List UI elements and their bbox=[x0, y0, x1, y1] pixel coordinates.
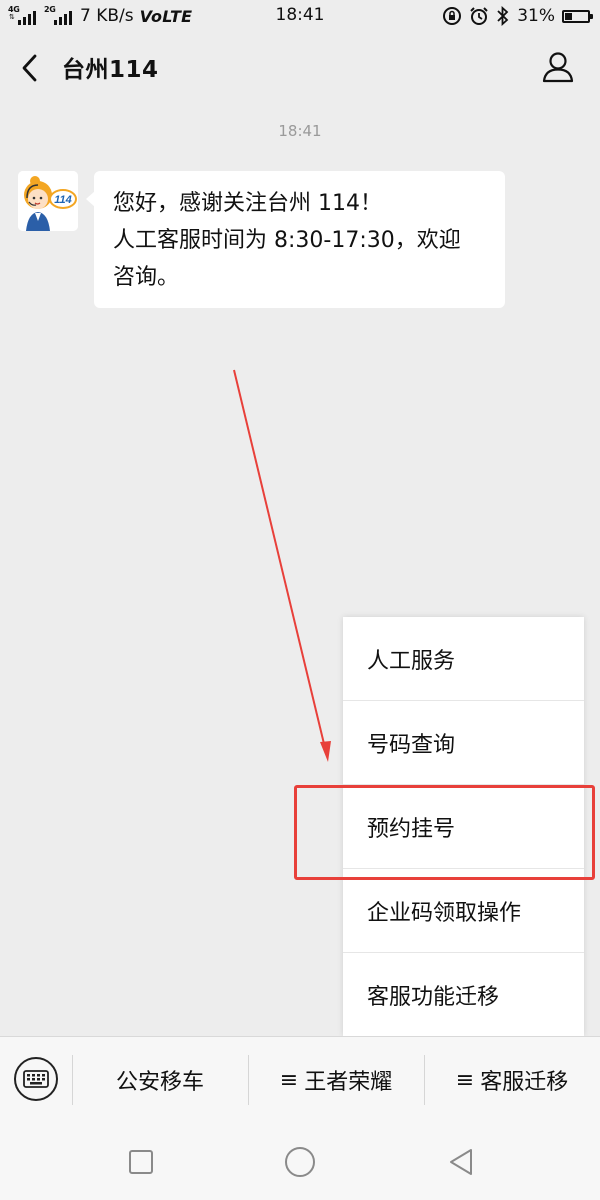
message-line-1: 您好，感谢关注台州 114！ bbox=[113, 191, 382, 216]
status-left: 4G ⇅ 2G 7 KB/s VoLTE bbox=[8, 5, 192, 27]
popup-item-manual-service[interactable]: 人工服务 bbox=[343, 617, 584, 701]
message-line-2: 人工客服时间为 8:30-17:30，欢迎 bbox=[113, 228, 461, 253]
message-bubble[interactable]: 您好，感谢关注台州 114！ 人工客服时间为 8:30-17:30，欢迎 咨询。 bbox=[86, 171, 505, 308]
keyboard-icon bbox=[23, 1070, 49, 1088]
keyboard-toggle-button[interactable] bbox=[14, 1057, 58, 1101]
status-right: 31% bbox=[442, 5, 593, 27]
title-bar: 台州114 bbox=[0, 33, 600, 103]
menu-tab-honor-of-kings[interactable]: ≡ 王者荣耀 bbox=[248, 1037, 424, 1123]
popup-item-appointment-registration[interactable]: 预约挂号 bbox=[343, 785, 584, 869]
network-speed: 7 KB/s bbox=[80, 6, 134, 26]
avatar[interactable]: 114 bbox=[18, 171, 78, 231]
rotation-lock-icon bbox=[442, 6, 462, 26]
avatar-badge-text: 114 bbox=[54, 194, 72, 206]
menu-tab-service-migration[interactable]: ≡ 客服迁移 bbox=[424, 1037, 600, 1123]
data-arrows-icon: ⇅ bbox=[9, 13, 15, 21]
user-icon bbox=[542, 52, 574, 83]
bottom-menu-bar: 公安移车 ≡ 王者荣耀 ≡ 客服迁移 bbox=[0, 1036, 600, 1122]
popup-item-number-query[interactable]: 号码查询 bbox=[343, 701, 584, 785]
battery-icon bbox=[562, 9, 593, 23]
popup-item-service-migration[interactable]: 客服功能迁移 bbox=[343, 953, 584, 1036]
bluetooth-icon bbox=[496, 6, 510, 26]
page-title: 台州114 bbox=[62, 57, 159, 83]
battery-percent: 31% bbox=[517, 6, 555, 26]
triangle-back-icon bbox=[450, 1149, 472, 1175]
profile-button[interactable] bbox=[538, 47, 578, 87]
home-button[interactable] bbox=[280, 1142, 320, 1182]
alarm-icon bbox=[469, 6, 489, 26]
system-nav-bar bbox=[0, 1122, 600, 1200]
popup-menu: 人工服务 号码查询 预约挂号 企业码领取操作 客服功能迁移 bbox=[343, 617, 584, 1036]
operator-avatar-icon: 114 bbox=[18, 171, 78, 231]
menu-tab-label: 客服迁移 bbox=[480, 1070, 569, 1095]
popup-item-enterprise-code[interactable]: 企业码领取操作 bbox=[343, 869, 584, 953]
status-bar: 4G ⇅ 2G 7 KB/s VoLTE 18:41 31% bbox=[0, 0, 600, 33]
menu-list-icon: ≡ bbox=[279, 1067, 299, 1093]
menu-list-icon: ≡ bbox=[455, 1067, 475, 1093]
system-back-button[interactable] bbox=[441, 1142, 481, 1182]
signal-4g-icon: 4G ⇅ bbox=[8, 5, 38, 26]
message-line-3: 咨询。 bbox=[113, 265, 180, 290]
menu-tab-label: 公安移车 bbox=[115, 1070, 204, 1095]
back-button[interactable] bbox=[10, 45, 50, 91]
chat-timestamp: 18:41 bbox=[278, 122, 322, 140]
recent-apps-button[interactable] bbox=[121, 1142, 161, 1182]
square-icon bbox=[129, 1150, 153, 1174]
volte-label: VoLTE bbox=[139, 6, 193, 26]
menu-tab-police-move-car[interactable]: 公安移车 bbox=[72, 1037, 248, 1123]
signal-2g-icon: 2G bbox=[44, 5, 74, 26]
chevron-left-icon bbox=[22, 54, 37, 82]
circle-icon bbox=[285, 1147, 315, 1177]
menu-tab-label: 王者荣耀 bbox=[304, 1070, 393, 1095]
